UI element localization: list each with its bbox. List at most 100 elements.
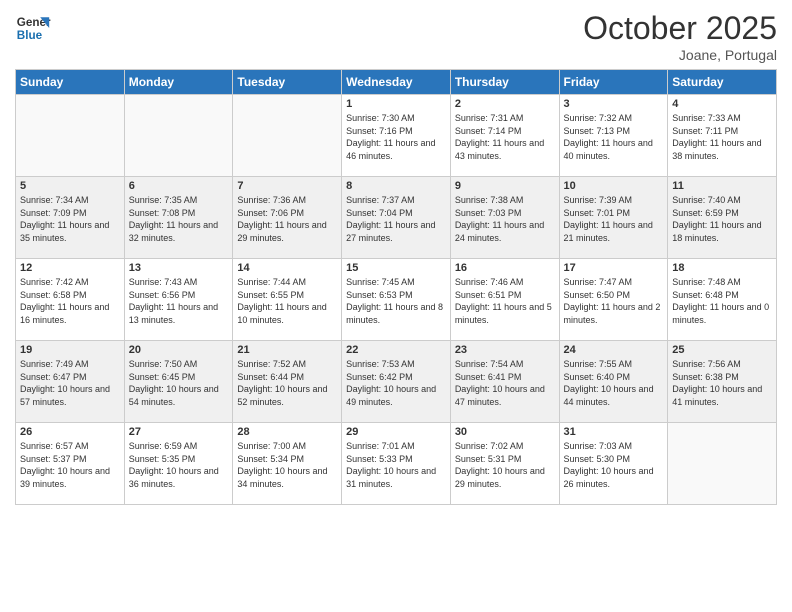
day-number: 29	[346, 426, 446, 438]
col-saturday: Saturday	[668, 70, 777, 95]
day-detail: Sunrise: 7:43 AM Sunset: 6:56 PM Dayligh…	[129, 276, 229, 326]
calendar: Sunday Monday Tuesday Wednesday Thursday…	[15, 69, 777, 505]
header: General Blue October 2025 Joane, Portuga…	[15, 10, 777, 63]
day-number: 24	[564, 344, 664, 356]
day-detail: Sunrise: 7:38 AM Sunset: 7:03 PM Dayligh…	[455, 194, 555, 244]
logo-icon: General Blue	[15, 10, 51, 46]
day-detail: Sunrise: 7:37 AM Sunset: 7:04 PM Dayligh…	[346, 194, 446, 244]
col-wednesday: Wednesday	[342, 70, 451, 95]
calendar-cell: 24 Sunrise: 7:55 AM Sunset: 6:40 PM Dayli…	[559, 341, 668, 423]
calendar-cell	[16, 95, 125, 177]
day-detail: Sunrise: 7:39 AM Sunset: 7:01 PM Dayligh…	[564, 194, 664, 244]
day-detail: Sunrise: 7:36 AM Sunset: 7:06 PM Dayligh…	[237, 194, 337, 244]
calendar-cell: 18 Sunrise: 7:48 AM Sunset: 6:48 PM Dayli…	[668, 259, 777, 341]
day-number: 31	[564, 426, 664, 438]
day-number: 17	[564, 262, 664, 274]
day-detail: Sunrise: 7:48 AM Sunset: 6:48 PM Dayligh…	[672, 276, 772, 326]
day-detail: Sunrise: 7:35 AM Sunset: 7:08 PM Dayligh…	[129, 194, 229, 244]
day-number: 28	[237, 426, 337, 438]
day-number: 4	[672, 98, 772, 110]
day-detail: Sunrise: 7:33 AM Sunset: 7:11 PM Dayligh…	[672, 112, 772, 162]
location: Joane, Portugal	[583, 47, 777, 63]
day-detail: Sunrise: 7:31 AM Sunset: 7:14 PM Dayligh…	[455, 112, 555, 162]
day-number: 3	[564, 98, 664, 110]
calendar-cell: 4 Sunrise: 7:33 AM Sunset: 7:11 PM Daylig…	[668, 95, 777, 177]
day-number: 14	[237, 262, 337, 274]
day-number: 7	[237, 180, 337, 192]
calendar-cell: 5Sunrise: 7:34 AM Sunset: 7:09 PM Daylig…	[16, 177, 125, 259]
day-detail: Sunrise: 7:54 AM Sunset: 6:41 PM Dayligh…	[455, 358, 555, 408]
day-detail: Sunrise: 6:59 AM Sunset: 5:35 PM Dayligh…	[129, 440, 229, 490]
day-number: 22	[346, 344, 446, 356]
calendar-cell: 22 Sunrise: 7:53 AM Sunset: 6:42 PM Dayli…	[342, 341, 451, 423]
day-detail: Sunrise: 7:00 AM Sunset: 5:34 PM Dayligh…	[237, 440, 337, 490]
calendar-cell: 26 Sunrise: 6:57 AM Sunset: 5:37 PM Dayli…	[16, 423, 125, 505]
calendar-cell: 25 Sunrise: 7:56 AM Sunset: 6:38 PM Dayli…	[668, 341, 777, 423]
day-detail: Sunrise: 6:57 AM Sunset: 5:37 PM Dayligh…	[20, 440, 120, 490]
page: General Blue October 2025 Joane, Portuga…	[0, 0, 792, 612]
calendar-cell: 6 Sunrise: 7:35 AM Sunset: 7:08 PM Daylig…	[124, 177, 233, 259]
day-detail: Sunrise: 7:03 AM Sunset: 5:30 PM Dayligh…	[564, 440, 664, 490]
day-detail: Sunrise: 7:45 AM Sunset: 6:53 PM Dayligh…	[346, 276, 446, 326]
day-detail: Sunrise: 7:42 AM Sunset: 6:58 PM Dayligh…	[20, 276, 120, 326]
day-detail: Sunrise: 7:50 AM Sunset: 6:45 PM Dayligh…	[129, 358, 229, 408]
day-number: 25	[672, 344, 772, 356]
calendar-cell: 21Sunrise: 7:52 AM Sunset: 6:44 PM Dayli…	[233, 341, 342, 423]
calendar-cell: 30Sunrise: 7:02 AM Sunset: 5:31 PM Dayli…	[450, 423, 559, 505]
weekday-header-row: Sunday Monday Tuesday Wednesday Thursday…	[16, 70, 777, 95]
calendar-cell: 8 Sunrise: 7:37 AM Sunset: 7:04 PM Daylig…	[342, 177, 451, 259]
calendar-cell	[233, 95, 342, 177]
day-detail: Sunrise: 7:55 AM Sunset: 6:40 PM Dayligh…	[564, 358, 664, 408]
day-number: 5	[20, 180, 120, 192]
calendar-cell: 14 Sunrise: 7:44 AM Sunset: 6:55 PM Dayli…	[233, 259, 342, 341]
day-detail: Sunrise: 7:30 AM Sunset: 7:16 PM Dayligh…	[346, 112, 446, 162]
calendar-cell: 29 Sunrise: 7:01 AM Sunset: 5:33 PM Dayli…	[342, 423, 451, 505]
day-detail: Sunrise: 7:56 AM Sunset: 6:38 PM Dayligh…	[672, 358, 772, 408]
day-detail: Sunrise: 7:46 AM Sunset: 6:51 PM Dayligh…	[455, 276, 555, 326]
month-title: October 2025	[583, 10, 777, 47]
day-number: 8	[346, 180, 446, 192]
col-monday: Monday	[124, 70, 233, 95]
day-number: 15	[346, 262, 446, 274]
day-number: 2	[455, 98, 555, 110]
calendar-cell: 12Sunrise: 7:42 AM Sunset: 6:58 PM Dayli…	[16, 259, 125, 341]
calendar-week-row: 1 Sunrise: 7:30 AM Sunset: 7:16 PM Daylig…	[16, 95, 777, 177]
calendar-cell: 15 Sunrise: 7:45 AM Sunset: 6:53 PM Dayli…	[342, 259, 451, 341]
calendar-cell: 1 Sunrise: 7:30 AM Sunset: 7:16 PM Daylig…	[342, 95, 451, 177]
day-number: 21	[237, 344, 337, 356]
col-friday: Friday	[559, 70, 668, 95]
calendar-week-row: 12Sunrise: 7:42 AM Sunset: 6:58 PM Dayli…	[16, 259, 777, 341]
calendar-cell: 27 Sunrise: 6:59 AM Sunset: 5:35 PM Dayli…	[124, 423, 233, 505]
day-number: 27	[129, 426, 229, 438]
day-number: 19	[20, 344, 120, 356]
calendar-week-row: 26 Sunrise: 6:57 AM Sunset: 5:37 PM Dayli…	[16, 423, 777, 505]
logo: General Blue	[15, 10, 51, 46]
calendar-cell: 31 Sunrise: 7:03 AM Sunset: 5:30 PM Dayli…	[559, 423, 668, 505]
day-number: 16	[455, 262, 555, 274]
calendar-cell: 11Sunrise: 7:40 AM Sunset: 6:59 PM Dayli…	[668, 177, 777, 259]
calendar-cell: 7 Sunrise: 7:36 AM Sunset: 7:06 PM Daylig…	[233, 177, 342, 259]
day-number: 6	[129, 180, 229, 192]
day-detail: Sunrise: 7:44 AM Sunset: 6:55 PM Dayligh…	[237, 276, 337, 326]
day-number: 26	[20, 426, 120, 438]
col-tuesday: Tuesday	[233, 70, 342, 95]
svg-text:Blue: Blue	[17, 29, 43, 42]
day-number: 18	[672, 262, 772, 274]
calendar-cell	[124, 95, 233, 177]
day-detail: Sunrise: 7:47 AM Sunset: 6:50 PM Dayligh…	[564, 276, 664, 326]
col-sunday: Sunday	[16, 70, 125, 95]
calendar-cell: 2 Sunrise: 7:31 AM Sunset: 7:14 PM Daylig…	[450, 95, 559, 177]
day-number: 1	[346, 98, 446, 110]
day-number: 10	[564, 180, 664, 192]
day-detail: Sunrise: 7:01 AM Sunset: 5:33 PM Dayligh…	[346, 440, 446, 490]
calendar-cell	[668, 423, 777, 505]
calendar-cell: 17 Sunrise: 7:47 AM Sunset: 6:50 PM Dayli…	[559, 259, 668, 341]
day-number: 20	[129, 344, 229, 356]
day-detail: Sunrise: 7:40 AM Sunset: 6:59 PM Dayligh…	[672, 194, 772, 244]
calendar-cell: 10 Sunrise: 7:39 AM Sunset: 7:01 PM Dayli…	[559, 177, 668, 259]
calendar-week-row: 19 Sunrise: 7:49 AM Sunset: 6:47 PM Dayli…	[16, 341, 777, 423]
calendar-week-row: 5Sunrise: 7:34 AM Sunset: 7:09 PM Daylig…	[16, 177, 777, 259]
day-detail: Sunrise: 7:53 AM Sunset: 6:42 PM Dayligh…	[346, 358, 446, 408]
day-detail: Sunrise: 7:49 AM Sunset: 6:47 PM Dayligh…	[20, 358, 120, 408]
calendar-cell: 19 Sunrise: 7:49 AM Sunset: 6:47 PM Dayli…	[16, 341, 125, 423]
